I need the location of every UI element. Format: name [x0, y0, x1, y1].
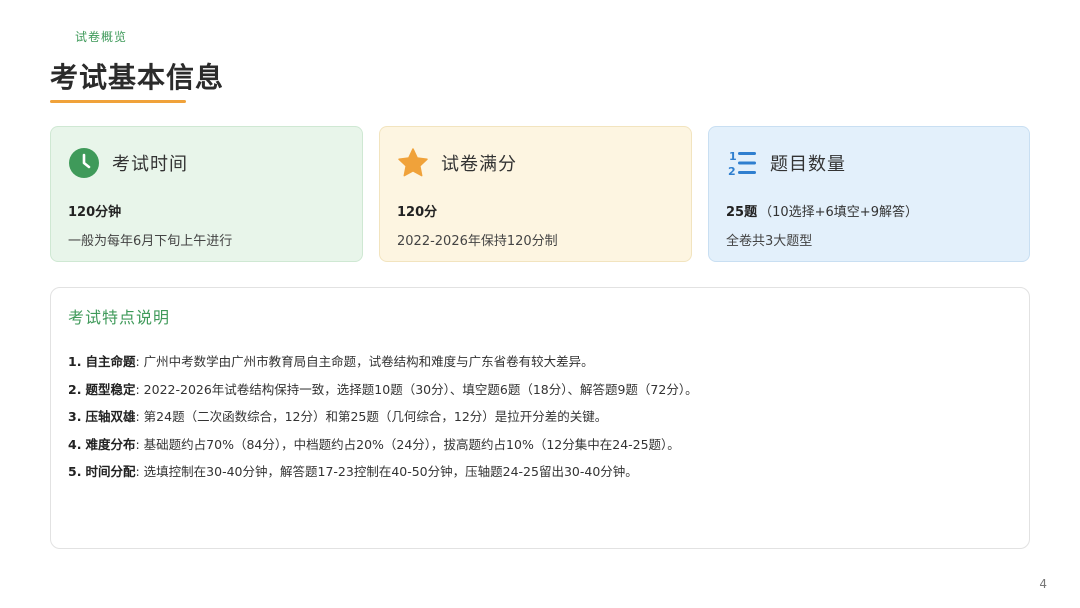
list-item: 1. 自主命题: 广州中考数学由广州市教育局自主命题，试卷结构和难度与广东省卷有较… [68, 354, 594, 369]
page-title: 考试基本信息 [50, 61, 225, 94]
features-title: 考试特点说明 [68, 308, 171, 327]
list-item: 2. 题型稳定: 2022-2026年试卷结构保持一致，选择题10题（30分）、填… [68, 381, 698, 397]
breadcrumb: 试卷概览 [75, 30, 128, 44]
item-label: 难度分布 [85, 436, 136, 452]
card-title: 题目数量 [770, 154, 846, 175]
features-panel: 考试特点说明 1. 自主命题: 广州中考数学由广州市教育局自主命题，试卷结构和难度… [50, 287, 1030, 549]
card-desc: 全卷共3大题型 [726, 234, 813, 249]
list-item: 5. 时间分配: 选填控制在30-40分钟，解答题17-23控制在40-50分钟，… [68, 464, 638, 479]
card-value: 25题 （10选择+6填空+9解答） [726, 201, 1012, 220]
card-value-main: 120分 [397, 205, 438, 220]
item-label: 压轴双雄 [85, 409, 136, 424]
star-icon [397, 147, 429, 179]
item-label: 自主命题 [85, 354, 136, 369]
item-text: 广州中考数学由广州市教育局自主命题，试卷结构和难度与广东省卷有较大差异。 [143, 354, 594, 369]
item-number: 4. [68, 436, 82, 452]
card-value: 120分钟 [68, 201, 345, 220]
svg-text:1: 1 [729, 150, 737, 163]
card-header: 试卷满分 [397, 147, 674, 179]
item-number: 3. [68, 409, 82, 424]
svg-text:2: 2 [728, 165, 736, 178]
item-number: 2. [68, 381, 82, 397]
full-score-card: 试卷满分 120分 2022-2026年保持120分制 [379, 126, 692, 262]
card-value: 120分 [397, 201, 674, 220]
card-title: 试卷满分 [441, 154, 517, 175]
card-header: 考试时间 [68, 147, 345, 179]
item-text: 第24题（二次函数综合，12分）和第25题（几何综合，12分）是拉开分差的关键。 [143, 409, 608, 424]
item-number: 1. [68, 354, 82, 369]
card-desc: 一般为每年6月下旬上午进行 [68, 234, 233, 249]
clock-icon [68, 147, 100, 179]
numbered-list-icon: 1 2 [726, 147, 758, 179]
item-text: 选填控制在30-40分钟，解答题17-23控制在40-50分钟，压轴题24-25… [143, 464, 638, 479]
item-label: 题型稳定 [85, 381, 136, 397]
item-text: 基础题约占70%（84分），中档题约占20%（24分），拔高题约占10%（12分… [143, 436, 680, 452]
title-underline [50, 100, 186, 103]
list-item: 4. 难度分布: 基础题约占70%（84分），中档题约占20%（24分），拔高题约… [68, 436, 680, 452]
exam-time-card: 考试时间 120分钟 一般为每年6月下旬上午进行 [50, 126, 363, 262]
item-label: 时间分配 [85, 464, 136, 479]
card-title: 考试时间 [112, 154, 188, 175]
item-text: 2022-2026年试卷结构保持一致，选择题10题（30分）、填空题6题（18分… [143, 381, 698, 397]
item-number: 5. [68, 464, 82, 479]
card-value-sub: （10选择+6填空+9解答） [759, 205, 918, 220]
question-count-card: 1 2 题目数量 25题 （10选择+6填空+9解答） 全卷共3大题型 [708, 126, 1030, 262]
card-value-main: 25题 [726, 205, 758, 220]
card-header: 1 2 题目数量 [726, 147, 1012, 179]
page-number: 4 [1039, 577, 1047, 591]
feature-list: 1. 自主命题: 广州中考数学由广州市教育局自主命题，试卷结构和难度与广东省卷有较… [68, 348, 1012, 486]
card-value-main: 120分钟 [68, 205, 122, 220]
card-desc: 2022-2026年保持120分制 [397, 234, 558, 249]
list-item: 3. 压轴双雄: 第24题（二次函数综合，12分）和第25题（几何综合，12分）是… [68, 409, 608, 424]
